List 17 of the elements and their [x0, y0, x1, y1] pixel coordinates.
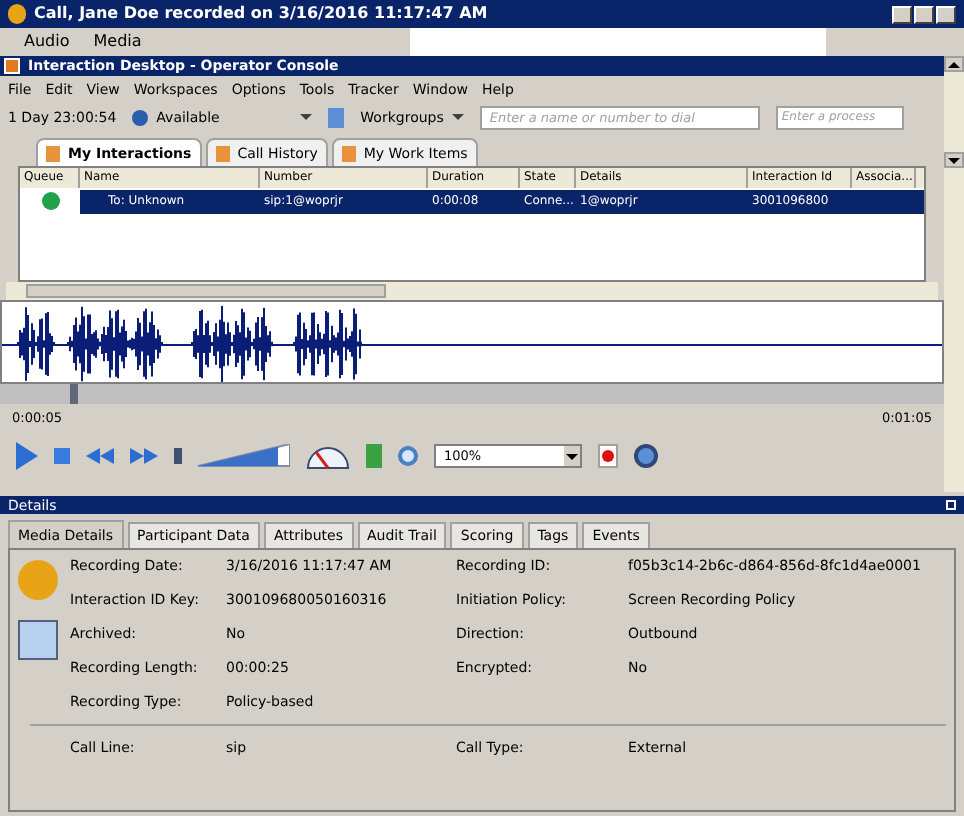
up-arrow-icon — [948, 61, 960, 67]
down-arrow-icon — [948, 157, 960, 163]
phone-status-icon — [41, 192, 59, 210]
caret-icon — [451, 114, 464, 120]
minimize-button[interactable] — [892, 5, 912, 23]
caret-icon — [566, 453, 578, 459]
record-button[interactable] — [598, 444, 618, 468]
rewind-button[interactable] — [86, 448, 114, 464]
speed-gauge-icon — [306, 442, 350, 470]
menu-item[interactable]: Audio — [24, 32, 70, 52]
vertical-scrollbar[interactable] — [944, 56, 964, 492]
menu-item[interactable]: Media — [93, 32, 142, 52]
caret-icon — [300, 114, 313, 120]
window-title: Call, Jane Doe recorded on 3/16/2016 11:17:47 AM — [34, 4, 488, 24]
maximize-button[interactable] — [914, 5, 934, 23]
fast-forward-button[interactable] — [130, 448, 158, 464]
horizontal-scrollbar[interactable] — [6, 282, 938, 300]
